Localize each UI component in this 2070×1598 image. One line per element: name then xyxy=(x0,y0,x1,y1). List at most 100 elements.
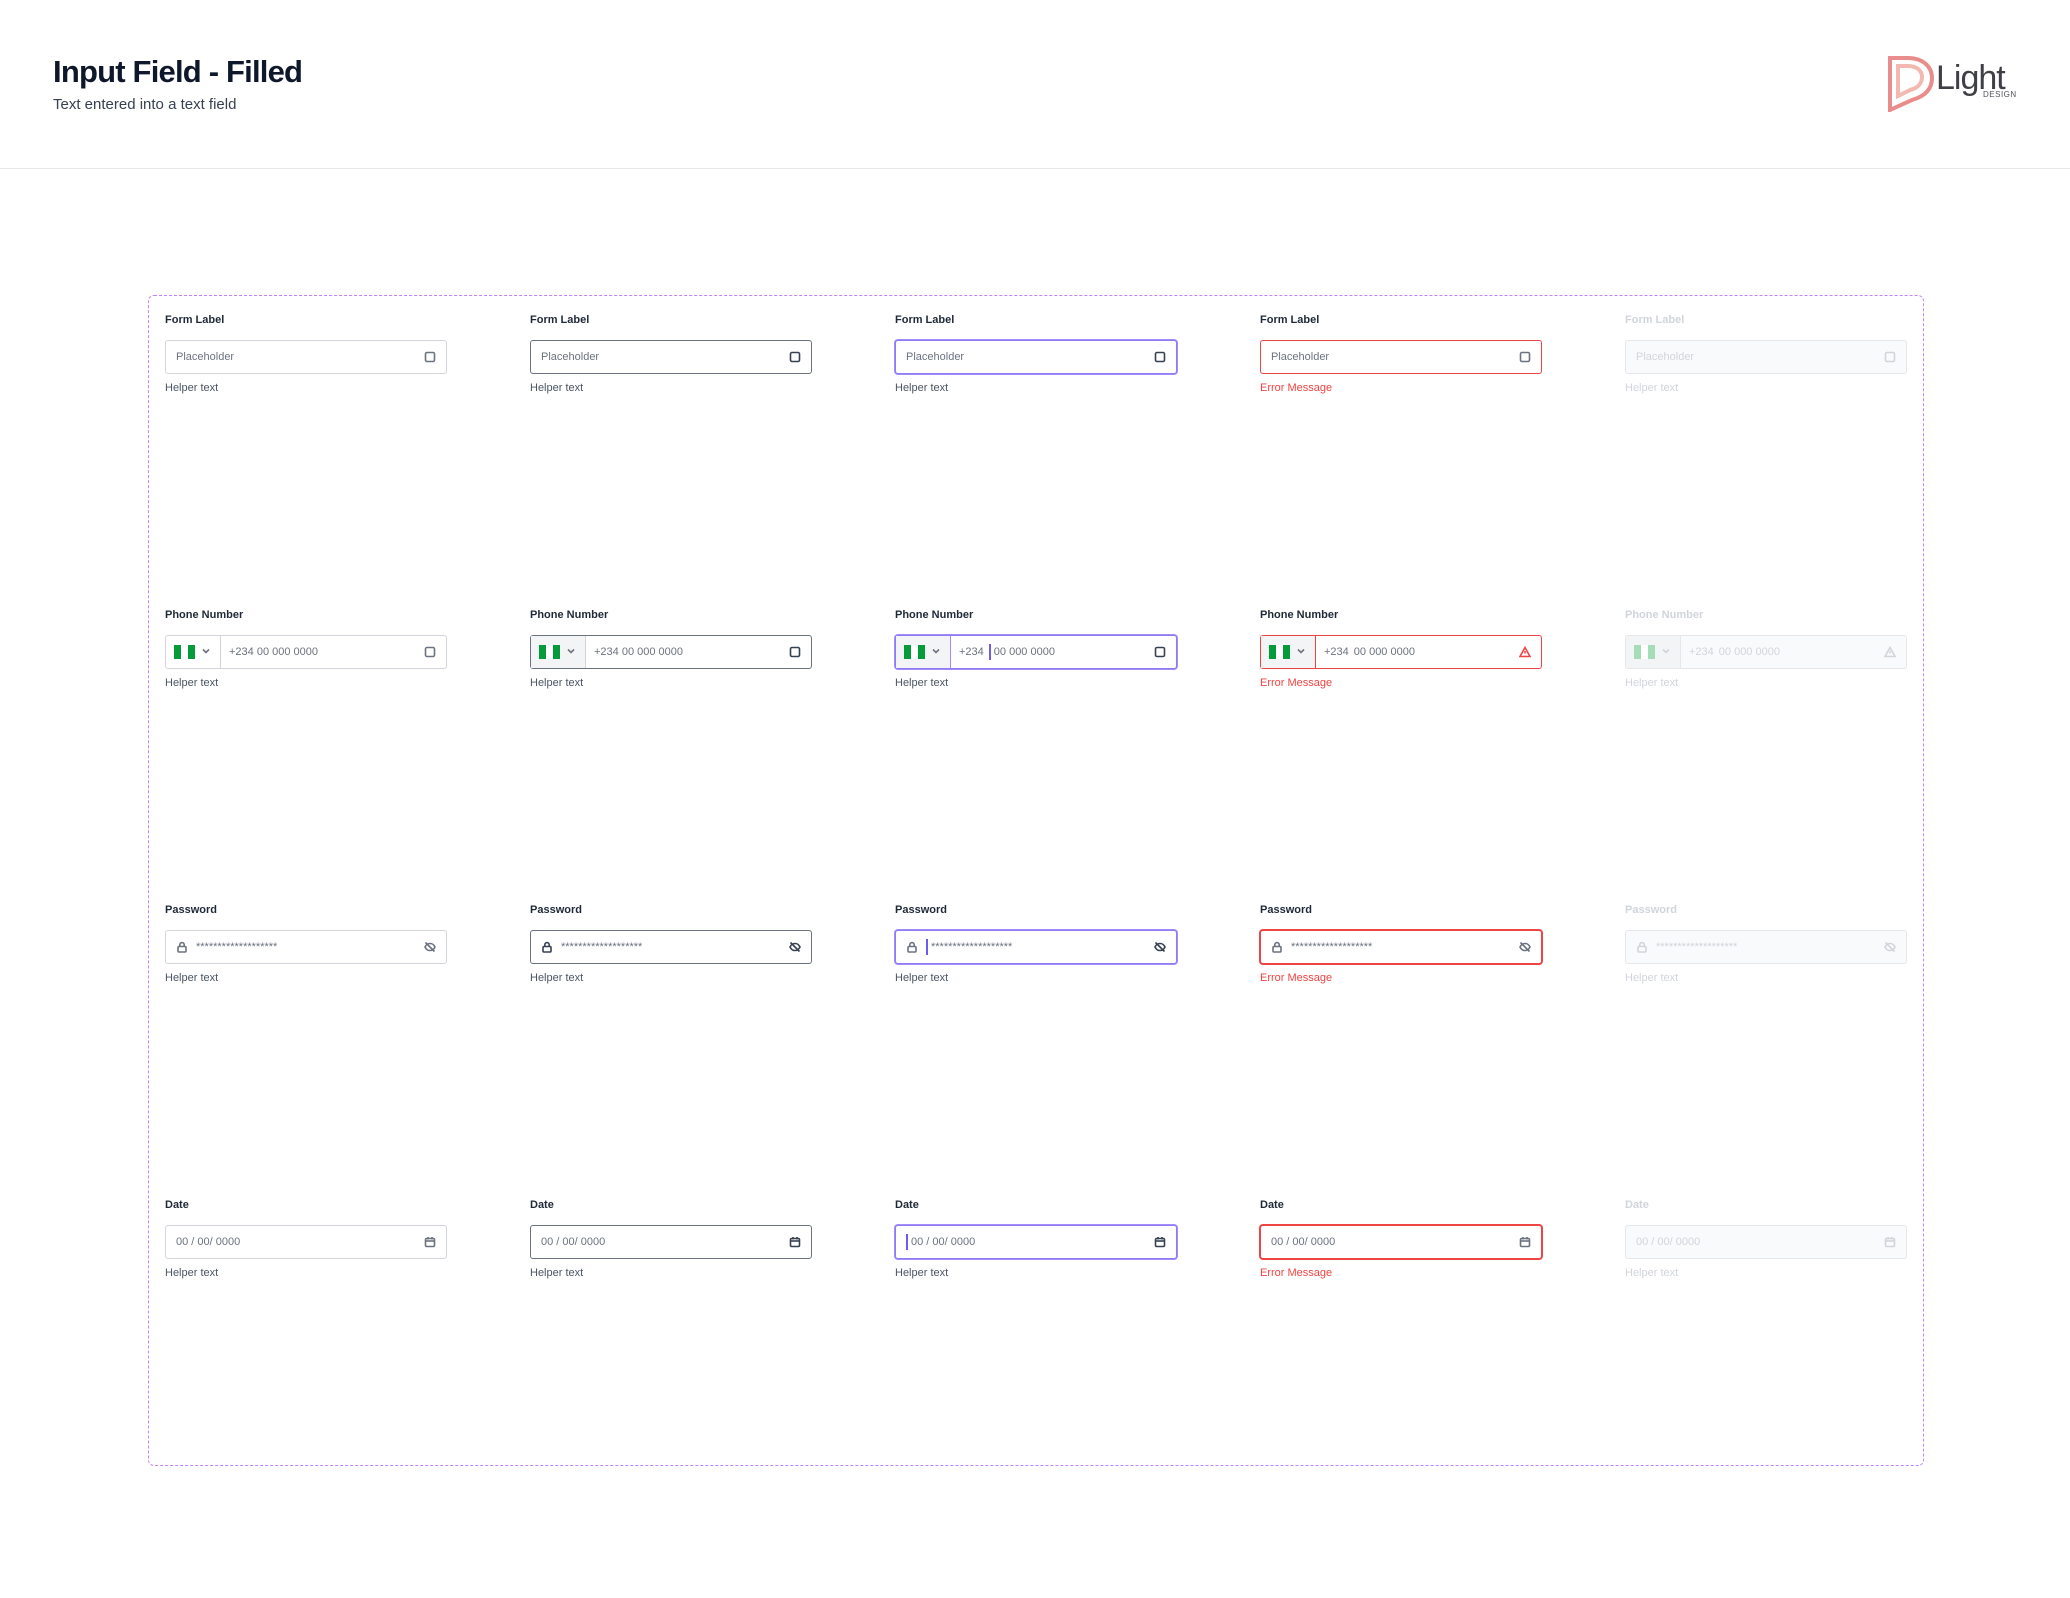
input-placeholder: 00 000 0000 xyxy=(1353,646,1415,658)
helper-text: Helper text xyxy=(165,972,219,984)
nigeria-flag-icon xyxy=(174,645,195,659)
field-label: Form Label xyxy=(895,314,955,326)
field-label: Phone Number xyxy=(530,609,609,621)
phone-input[interactable]: +234 00 000 0000 xyxy=(530,635,812,669)
eye-off-icon[interactable] xyxy=(1519,941,1531,953)
lock-icon xyxy=(1636,941,1648,953)
eye-off-icon[interactable] xyxy=(1154,941,1166,953)
country-select[interactable] xyxy=(1261,636,1316,668)
text-input[interactable]: Placeholder xyxy=(895,340,1177,374)
lock-icon xyxy=(906,941,918,953)
helper-text: Helper text xyxy=(1625,382,1679,394)
field-label: Date xyxy=(895,1199,919,1211)
eye-off-icon[interactable] xyxy=(789,941,801,953)
password-value: ******************* xyxy=(1656,941,1738,953)
date-field-focus: Date 00 / 00/ 0000 Helper text xyxy=(895,1198,1177,1280)
lock-icon xyxy=(176,941,188,953)
error-message: Error Message xyxy=(1260,1267,1333,1279)
component-frame xyxy=(148,295,1924,1466)
phone-field-error: Phone Number +234 00 000 0000 Error Mess… xyxy=(1260,608,1542,690)
country-select[interactable] xyxy=(531,636,586,668)
input-placeholder: Placeholder xyxy=(541,351,600,363)
password-input[interactable]: ******************* xyxy=(165,930,447,964)
field-label: Date xyxy=(1625,1199,1649,1211)
nigeria-flag-icon xyxy=(904,645,925,659)
page-title: Input Field - Filled xyxy=(53,54,303,89)
field-label: Phone Number xyxy=(895,609,974,621)
password-field-default: Password ******************* Helper text xyxy=(165,903,447,985)
password-field-disabled: Password ******************* Helper text xyxy=(1625,903,1907,985)
password-value: ******************* xyxy=(931,941,1013,953)
square-icon xyxy=(1519,351,1531,363)
input-placeholder: 00 000 0000 xyxy=(993,646,1055,658)
text-input[interactable]: Placeholder xyxy=(530,340,812,374)
date-input: 00 / 00/ 0000 xyxy=(1625,1225,1907,1259)
helper-text: Helper text xyxy=(165,1267,219,1279)
phone-input: +234 00 000 0000 xyxy=(1625,635,1907,669)
date-field-default: Date 00 / 00/ 0000 Helper text xyxy=(165,1198,447,1280)
password-input[interactable]: ******************* xyxy=(530,930,812,964)
field-label: Phone Number xyxy=(1260,609,1339,621)
date-value: 00 / 00/ 0000 xyxy=(911,1236,976,1248)
password-value: ******************* xyxy=(196,941,278,953)
text-cursor xyxy=(988,644,991,660)
helper-text: Helper text xyxy=(1625,972,1679,984)
nigeria-flag-icon xyxy=(539,645,560,659)
text-input[interactable]: Placeholder xyxy=(165,340,447,374)
date-input[interactable]: 00 / 00/ 0000 xyxy=(530,1225,812,1259)
field-label: Phone Number xyxy=(1625,609,1704,621)
input-placeholder: +234 00 000 0000 xyxy=(594,646,684,658)
input-placeholder: 00 000 0000 xyxy=(1718,646,1780,658)
square-icon xyxy=(1154,646,1166,658)
calendar-icon[interactable] xyxy=(1519,1236,1531,1248)
square-icon xyxy=(789,646,801,658)
eye-off-icon xyxy=(1884,941,1896,953)
field-label: Date xyxy=(1260,1199,1284,1211)
text-field-focus: Form Label Placeholder Helper text xyxy=(895,313,1177,395)
dial-code: +234 xyxy=(959,646,984,658)
country-select[interactable] xyxy=(166,636,221,668)
chevron-down-icon xyxy=(1296,643,1306,661)
helper-text: Helper text xyxy=(165,677,219,689)
square-icon xyxy=(1884,351,1896,363)
date-input[interactable]: 00 / 00/ 0000 xyxy=(1260,1225,1542,1259)
password-input[interactable]: ******************* xyxy=(895,930,1177,964)
password-field-focus: Password ******************* Helper text xyxy=(895,903,1177,985)
calendar-icon[interactable] xyxy=(1154,1236,1166,1248)
eye-off-icon[interactable] xyxy=(424,941,436,953)
phone-input[interactable]: +234 00 000 0000 xyxy=(895,635,1177,669)
date-input[interactable]: 00 / 00/ 0000 xyxy=(895,1225,1177,1259)
password-value: ******************* xyxy=(561,941,643,953)
calendar-icon[interactable] xyxy=(424,1236,436,1248)
password-input[interactable]: ******************* xyxy=(1260,930,1542,964)
chevron-down-icon xyxy=(931,643,941,661)
page-header: Input Field - Filled Text entered into a… xyxy=(0,0,2070,169)
field-label: Date xyxy=(165,1199,189,1211)
nigeria-flag-icon xyxy=(1269,645,1290,659)
password-field-hover: Password ******************* Helper text xyxy=(530,903,812,985)
square-icon xyxy=(789,351,801,363)
field-label: Password xyxy=(1260,904,1312,916)
error-message: Error Message xyxy=(1260,972,1333,984)
password-field-error: Password ******************* Error Messa… xyxy=(1260,903,1542,985)
square-icon xyxy=(424,351,436,363)
text-input[interactable]: Placeholder xyxy=(1260,340,1542,374)
calendar-icon[interactable] xyxy=(789,1236,801,1248)
alert-triangle-icon xyxy=(1519,646,1531,658)
phone-input[interactable]: +234 00 000 0000 xyxy=(1260,635,1542,669)
text-cursor xyxy=(926,939,928,955)
field-label: Password xyxy=(895,904,947,916)
error-message: Error Message xyxy=(1260,677,1333,689)
helper-text: Helper text xyxy=(530,1267,584,1279)
date-value: 00 / 00/ 0000 xyxy=(1271,1236,1336,1248)
date-field-hover: Date 00 / 00/ 0000 Helper text xyxy=(530,1198,812,1280)
date-input[interactable]: 00 / 00/ 0000 xyxy=(165,1225,447,1259)
phone-field-disabled: Phone Number +234 00 000 0000 Helper tex… xyxy=(1625,608,1907,690)
alert-triangle-icon xyxy=(1884,646,1896,658)
country-select[interactable] xyxy=(896,636,951,668)
field-label: Date xyxy=(530,1199,554,1211)
logo-subword: DESIGN xyxy=(1983,90,2017,99)
password-input: ******************* xyxy=(1625,930,1907,964)
date-value: 00 / 00/ 0000 xyxy=(176,1236,241,1248)
phone-input[interactable]: +234 00 000 0000 xyxy=(165,635,447,669)
